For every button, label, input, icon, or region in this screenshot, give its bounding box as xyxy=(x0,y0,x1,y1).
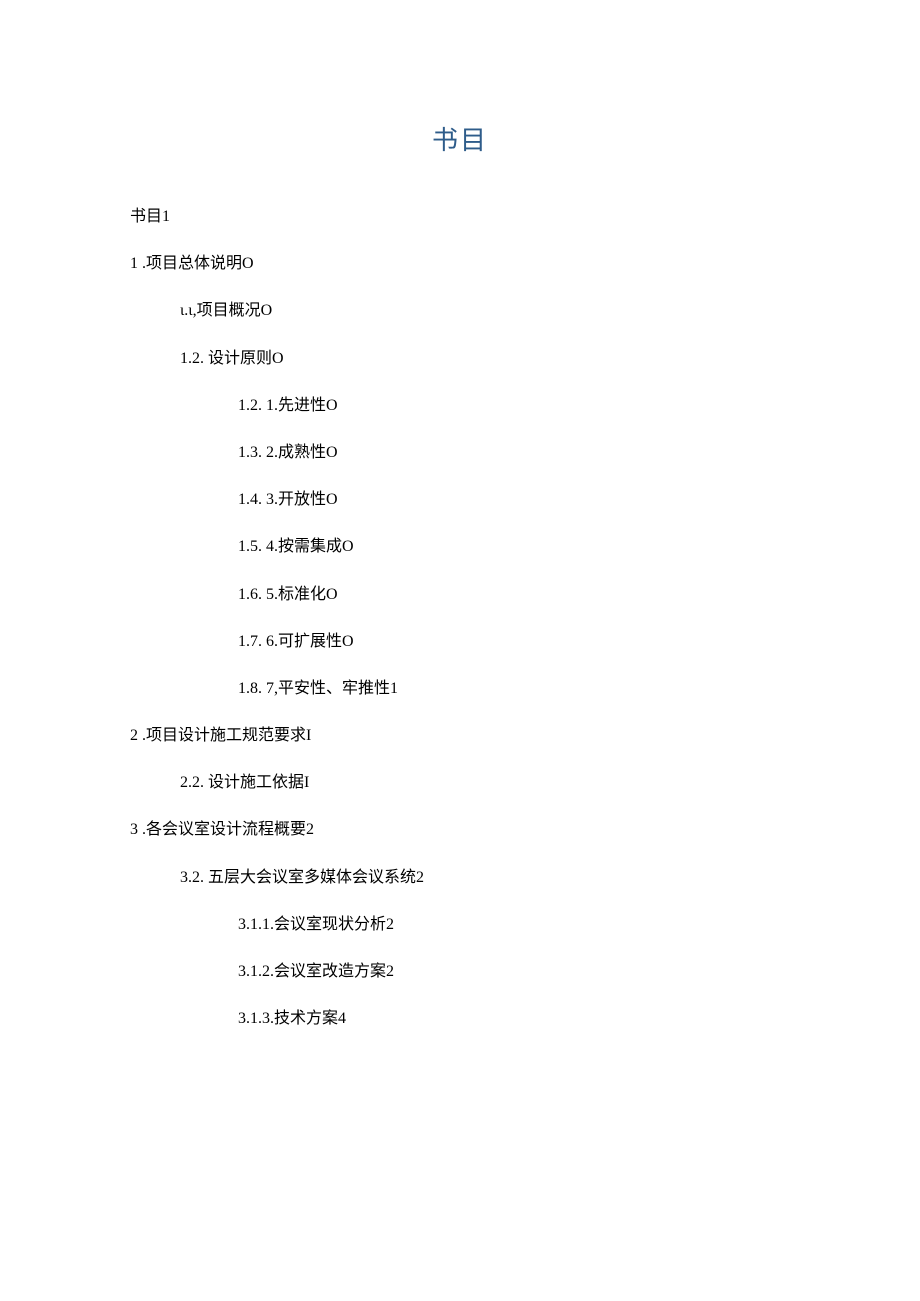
toc-entry: ι.ι,项目概况O xyxy=(180,301,790,320)
toc-entry: 3.2. 五层大会议室多媒体会议系统2 xyxy=(180,868,790,887)
toc-entry: 1.5. 4.按需集成O xyxy=(238,537,790,556)
toc-entry: 2.2. 设计施工依据I xyxy=(180,773,790,792)
table-of-contents: 书目1 1 .项目总体说明O ι.ι,项目概况O 1.2. 设计原则O 1.2. 1.先… xyxy=(130,207,790,1028)
document-page: 书目 书目1 1 .项目总体说明O ι.ι,项目概况O 1.2. 设计原则O 1.2. … xyxy=(0,0,920,1028)
toc-entry: 1.2. 1.先进性O xyxy=(238,396,790,415)
toc-entry: 3.1.3.技术方案4 xyxy=(238,1009,790,1028)
page-title: 书目 xyxy=(130,120,790,157)
toc-entry: 书目1 xyxy=(130,207,790,226)
toc-entry: 1.6. 5.标准化O xyxy=(238,585,790,604)
toc-entry: 1.7. 6.可扩展性O xyxy=(238,632,790,651)
toc-entry: 3.1.1.会议室现状分析2 xyxy=(238,915,790,934)
toc-entry: 2 .项目设计施工规范要求I xyxy=(130,726,790,745)
toc-entry: 1.3. 2.成熟性O xyxy=(238,443,790,462)
toc-entry: 1.2. 设计原则O xyxy=(180,349,790,368)
toc-entry: 1 .项目总体说明O xyxy=(130,254,790,273)
toc-entry: 1.8. 7,平安性、牢推性1 xyxy=(238,679,790,698)
toc-entry: 3 .各会议室设计流程概要2 xyxy=(130,820,790,839)
toc-entry: 3.1.2.会议室改造方案2 xyxy=(238,962,790,981)
toc-entry: 1.4. 3.开放性O xyxy=(238,490,790,509)
